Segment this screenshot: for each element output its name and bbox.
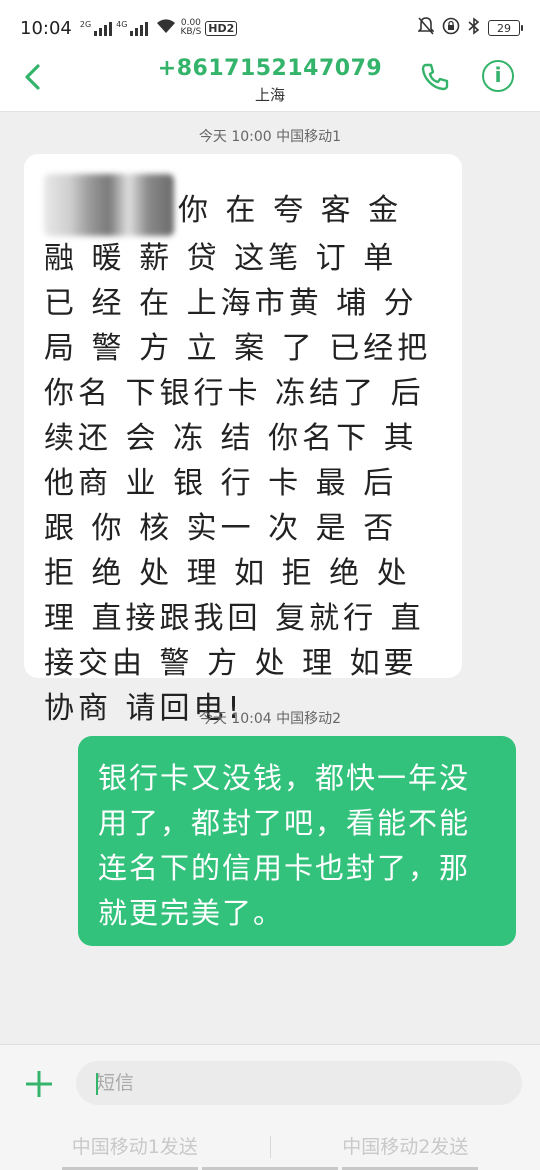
battery-icon: 29 [488, 20, 523, 36]
info-icon[interactable]: i [482, 60, 514, 92]
send-sim2-button[interactable]: 中国移动2发送 [271, 1123, 540, 1170]
signal-sim2-icon: 4G [116, 20, 149, 36]
status-bar: 10:04 2G 4G 0.00 KB/S HD2 29 [0, 0, 540, 56]
status-right-icons: 29 [417, 17, 523, 39]
message-meta-outgoing: 今天 10:04 中国移动2 [198, 711, 342, 727]
composer-area: 中国移动1发送 中国移动2发送 [0, 1044, 540, 1170]
silent-bell-icon [417, 17, 435, 39]
phone-call-icon[interactable] [418, 60, 452, 94]
wifi-icon [156, 18, 176, 38]
contact-location: 上海 [254, 86, 285, 104]
incoming-message-text: 你 在 夸 客 金 融 暖 薪 贷 这笔 订 单 已 经 在 上海市黄 埔 分 … [44, 193, 432, 726]
contact-number: +8617152147079 [157, 56, 383, 81]
sms-conversation-screen: 10:04 2G 4G 0.00 KB/S HD2 29 +8617152147… [0, 0, 540, 1170]
message-meta-incoming: 今天 10:00 中国移动1 [198, 129, 342, 145]
conversation-header: +8617152147079 上海 i [0, 56, 540, 112]
status-time: 10:04 [20, 17, 72, 39]
hd-voice-badge: HD2 [205, 20, 238, 36]
signal-sim1-icon: 2G [80, 20, 113, 36]
lock-rotation-icon [442, 17, 460, 39]
send-buttons-row: 中国移动1发送 中国移动2发送 [0, 1123, 540, 1170]
incoming-message-bubble[interactable]: 你 在 夸 客 金 融 暖 薪 贷 这笔 订 单 已 经 在 上海市黄 埔 分 … [24, 154, 462, 726]
message-input[interactable] [76, 1061, 522, 1105]
blurred-redaction [44, 174, 174, 236]
text-cursor [96, 1073, 98, 1095]
plus-icon[interactable] [22, 1067, 56, 1101]
outgoing-message-text: 银行卡又没钱，都快一年没用了，都封了吧，看能不能连名下的信用卡也封了，那就更完美… [98, 761, 471, 930]
send-sim1-button[interactable]: 中国移动1发送 [0, 1123, 270, 1170]
outgoing-message-bubble[interactable]: 银行卡又没钱，都快一年没用了，都封了吧，看能不能连名下的信用卡也封了，那就更完美… [78, 736, 516, 946]
network-speed: 0.00 KB/S [180, 18, 202, 37]
bluetooth-icon [468, 17, 480, 39]
